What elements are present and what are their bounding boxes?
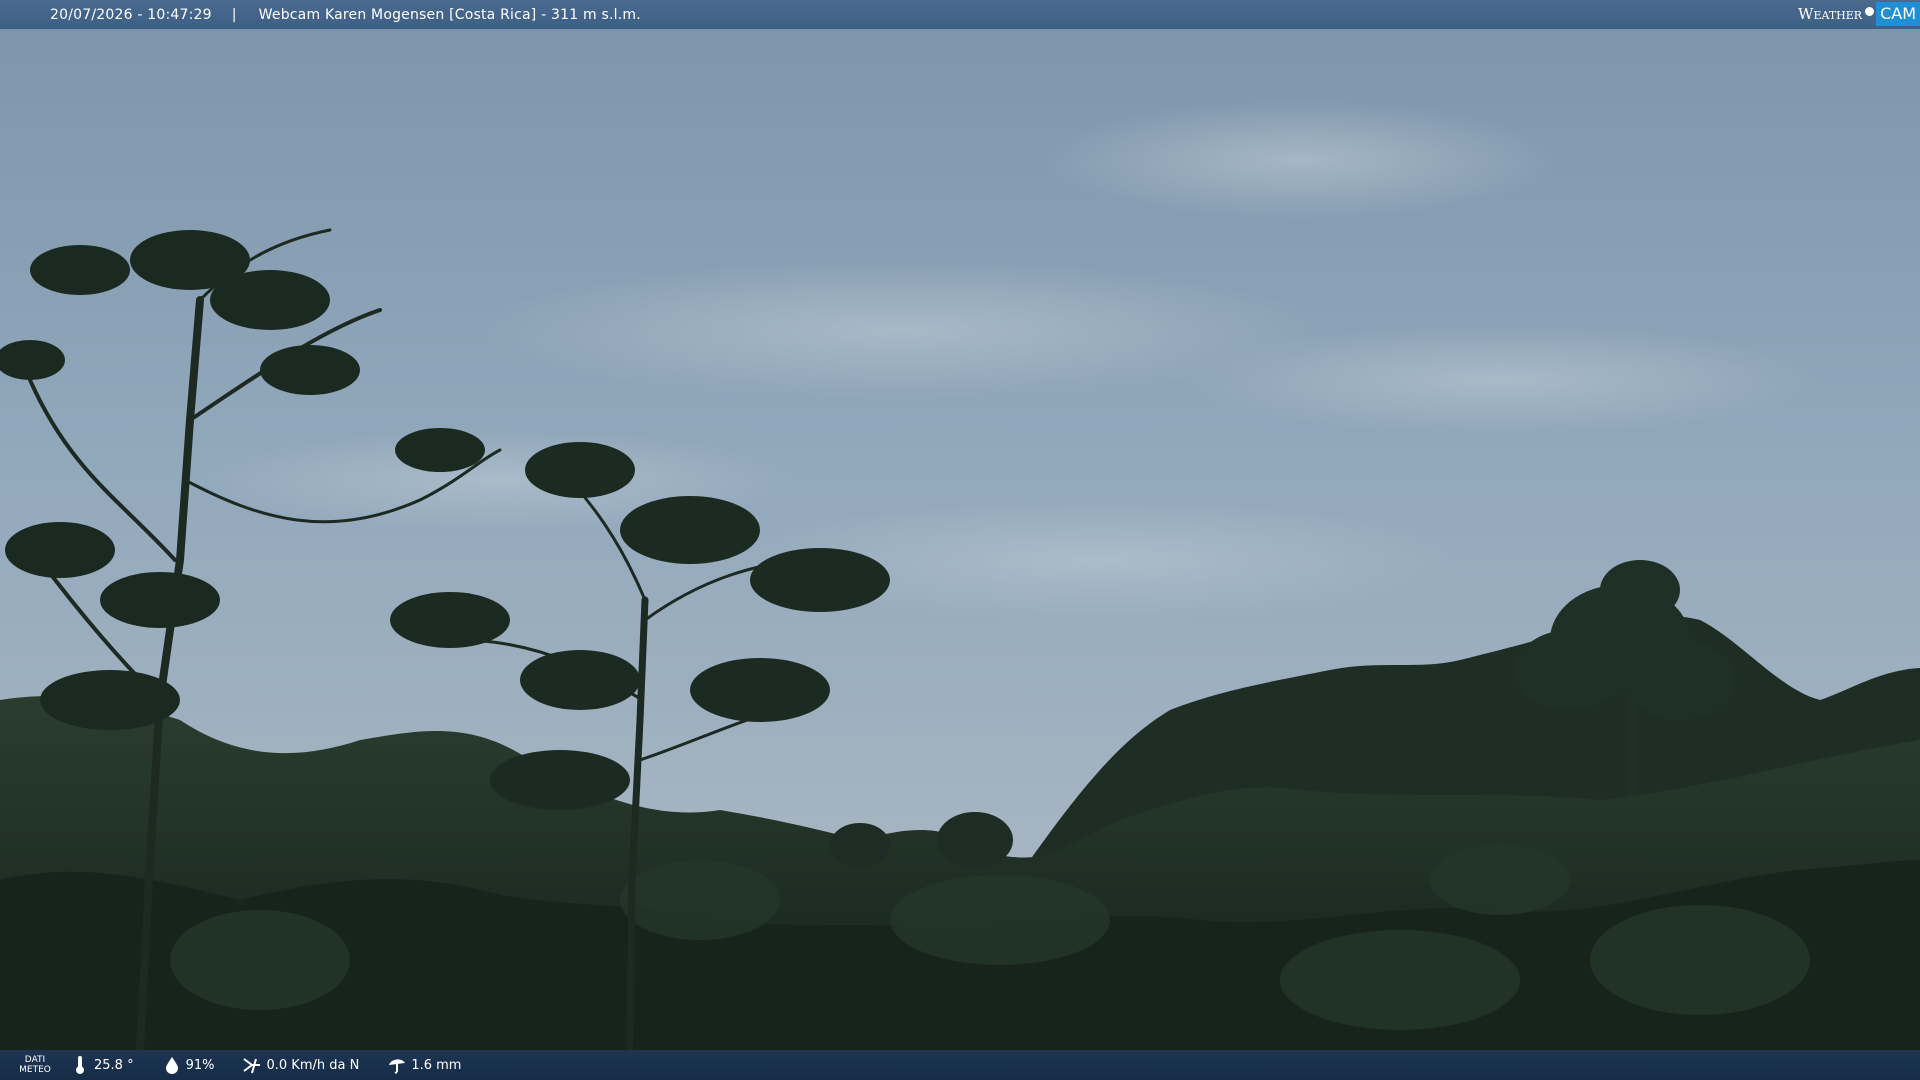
dati-meteo-line2: METEO (19, 1065, 51, 1075)
rain-value: 1.6 mm (411, 1057, 462, 1073)
webcam-title: Webcam Karen Mogensen [Costa Rica] - 311… (258, 6, 641, 23)
thermometer-icon (70, 1055, 90, 1075)
wind-value: 0.0 Km/h da N (266, 1057, 360, 1073)
wind-icon (242, 1055, 262, 1075)
rain-stat: 1.6 mm (387, 1055, 461, 1075)
weather-data-bar: DATI METEO 25.8 ° 91% 0.0 Km/h da N 1.6 … (0, 1050, 1920, 1080)
logo-cam-text: CAM (1876, 2, 1920, 26)
rain-icon (387, 1055, 407, 1075)
separator: | (231, 6, 237, 23)
wind-stat: 0.0 Km/h da N (242, 1055, 359, 1075)
webcam-image (0, 0, 1920, 1080)
temperature-value: 25.8 ° (94, 1057, 134, 1073)
logo-dot-icon (1865, 6, 1875, 16)
humidity-icon (162, 1055, 182, 1075)
humidity-stat: 91% (162, 1055, 215, 1075)
top-info-bar: 20/07/2026 - 10:47:29 | Webcam Karen Mog… (0, 0, 1920, 29)
humidity-value: 91% (185, 1057, 215, 1073)
capture-datetime: 20/07/2026 - 10:47:29 (50, 6, 212, 23)
dati-meteo-line1: DATI (24, 1055, 46, 1065)
dati-meteo-label: DATI METEO (0, 1055, 70, 1075)
logo-weather-text: Weather (1798, 5, 1863, 23)
weathercam-logo: Weather CAM (1794, 0, 1920, 28)
temperature-stat: 25.8 ° (70, 1055, 134, 1075)
